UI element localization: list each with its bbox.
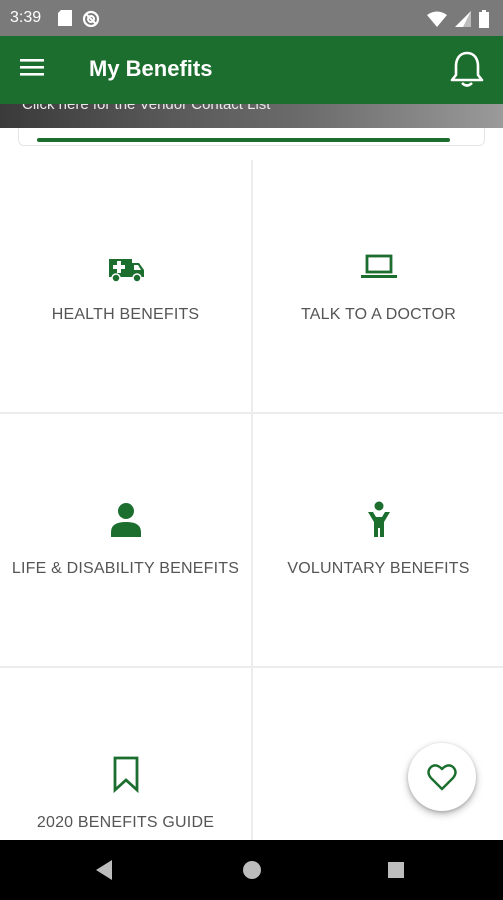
menu-icon [20, 59, 44, 81]
favorites-fab[interactable] [408, 743, 476, 811]
status-bar: 3:39 [0, 0, 503, 36]
wifi-icon [427, 11, 447, 32]
tile-label: LIFE & DISABILITY BENEFITS [11, 560, 240, 577]
tile-voluntary-benefits[interactable]: VOLUNTARY BENEFITS [253, 414, 503, 666]
status-icons-right [427, 10, 489, 33]
carousel-progress-bar [37, 138, 450, 142]
back-icon [96, 860, 112, 880]
grid-divider-horizontal [0, 666, 503, 668]
home-button[interactable] [240, 858, 264, 882]
page-title: My Benefits [89, 56, 213, 81]
benefits-grid: HEALTH BENEFITS TALK TO A DOCTOR LIFE & … [0, 160, 503, 900]
vendor-contact-banner[interactable]: Click here for the Vendor Contact List [0, 104, 503, 128]
laptop-icon [359, 246, 399, 286]
recents-button[interactable] [384, 858, 408, 882]
tile-label: 2020 BENEFITS GUIDE [36, 814, 215, 831]
tile-label: HEALTH BENEFITS [51, 306, 200, 323]
tile-health-benefits[interactable]: HEALTH BENEFITS [0, 160, 251, 412]
tile-talk-to-a-doctor[interactable]: TALK TO A DOCTOR [253, 160, 503, 412]
app-bar: My Benefits [0, 36, 503, 104]
grid-divider-vertical [251, 160, 253, 840]
ambulance-icon [106, 246, 146, 286]
person-icon [106, 500, 146, 540]
tile-label: TALK TO A DOCTOR [301, 306, 456, 323]
heart-icon [427, 764, 457, 791]
grid-divider-horizontal [0, 412, 503, 414]
menu-button[interactable] [20, 57, 50, 83]
battery-icon [479, 10, 489, 33]
sd-card-icon [58, 10, 72, 33]
tile-life-disability-benefits[interactable]: LIFE & DISABILITY BENEFITS [0, 414, 251, 666]
bell-icon [447, 51, 487, 93]
home-icon [243, 861, 261, 879]
signal-icon [455, 11, 471, 32]
carousel-card-bottom [18, 128, 485, 146]
back-button[interactable] [92, 858, 116, 882]
recents-icon [388, 862, 404, 878]
notifications-button[interactable] [447, 49, 489, 91]
do-not-disturb-icon [82, 10, 100, 33]
bookmark-icon [106, 754, 146, 794]
banner-text: Click here for the Vendor Contact List [22, 104, 271, 113]
status-time: 3:39 [10, 9, 42, 26]
tile-label: VOLUNTARY BENEFITS [287, 560, 470, 577]
child-icon [359, 500, 399, 540]
system-nav-bar [0, 840, 503, 900]
status-icons-left [58, 10, 100, 33]
